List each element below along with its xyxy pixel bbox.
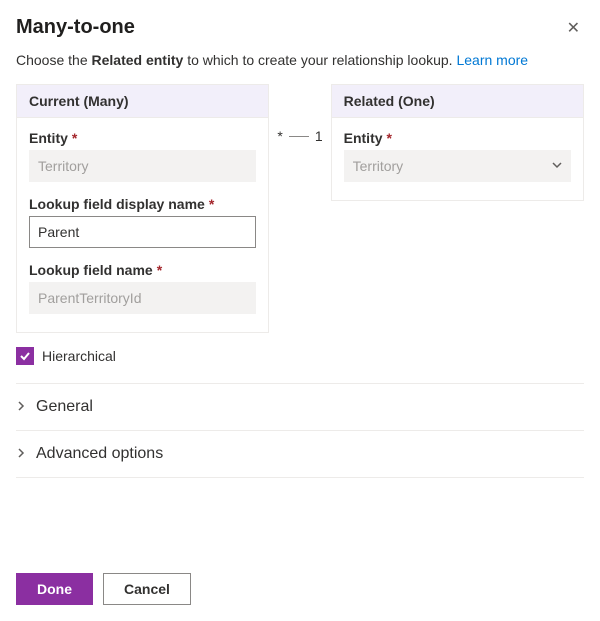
required-indicator: *: [209, 196, 214, 212]
lookup-display-label: Lookup field display name *: [29, 196, 256, 212]
general-section[interactable]: General: [16, 383, 584, 430]
connector-line: [289, 136, 309, 137]
lookup-display-input[interactable]: [29, 216, 256, 248]
intro-post: to which to create your relationship loo…: [183, 52, 456, 68]
advanced-section[interactable]: Advanced options: [16, 430, 584, 478]
required-indicator: *: [157, 262, 162, 278]
current-panel: Current (Many) Entity * Lookup field dis…: [16, 84, 269, 333]
done-button[interactable]: Done: [16, 573, 93, 605]
cardinality-one: 1: [315, 128, 323, 144]
close-icon[interactable]: ✕: [563, 16, 584, 40]
current-entity-input: [29, 150, 256, 182]
hierarchical-checkbox[interactable]: [16, 347, 34, 365]
lookup-name-input: [29, 282, 256, 314]
learn-more-link[interactable]: Learn more: [456, 52, 528, 68]
hierarchical-label: Hierarchical: [42, 348, 116, 364]
dialog-footer: Done Cancel: [16, 573, 191, 605]
relationship-panels: Current (Many) Entity * Lookup field dis…: [16, 84, 584, 333]
required-indicator: *: [387, 130, 392, 146]
related-panel: Related (One) Entity *: [331, 84, 584, 201]
general-section-label: General: [36, 398, 93, 416]
related-entity-label-text: Entity: [344, 130, 383, 146]
related-entity-label: Entity *: [344, 130, 571, 146]
check-icon: [19, 350, 31, 362]
dialog-title: Many-to-one: [16, 16, 135, 39]
chevron-right-icon: [16, 400, 26, 414]
cardinality-many: *: [277, 128, 282, 144]
cardinality-connector: * 1: [269, 128, 330, 144]
current-entity-label: Entity *: [29, 130, 256, 146]
related-entity-select[interactable]: [344, 150, 571, 182]
lookup-name-label-text: Lookup field name: [29, 262, 153, 278]
intro-bold: Related entity: [92, 52, 184, 68]
cancel-button[interactable]: Cancel: [103, 573, 191, 605]
intro-pre: Choose the: [16, 52, 92, 68]
collapsible-sections: General Advanced options: [16, 383, 584, 478]
current-entity-label-text: Entity: [29, 130, 68, 146]
lookup-display-label-text: Lookup field display name: [29, 196, 205, 212]
lookup-name-label: Lookup field name *: [29, 262, 256, 278]
current-panel-header: Current (Many): [17, 85, 268, 118]
required-indicator: *: [72, 130, 77, 146]
intro-text: Choose the Related entity to which to cr…: [16, 52, 584, 68]
chevron-right-icon: [16, 447, 26, 461]
related-panel-header: Related (One): [332, 85, 583, 118]
advanced-section-label: Advanced options: [36, 445, 163, 463]
